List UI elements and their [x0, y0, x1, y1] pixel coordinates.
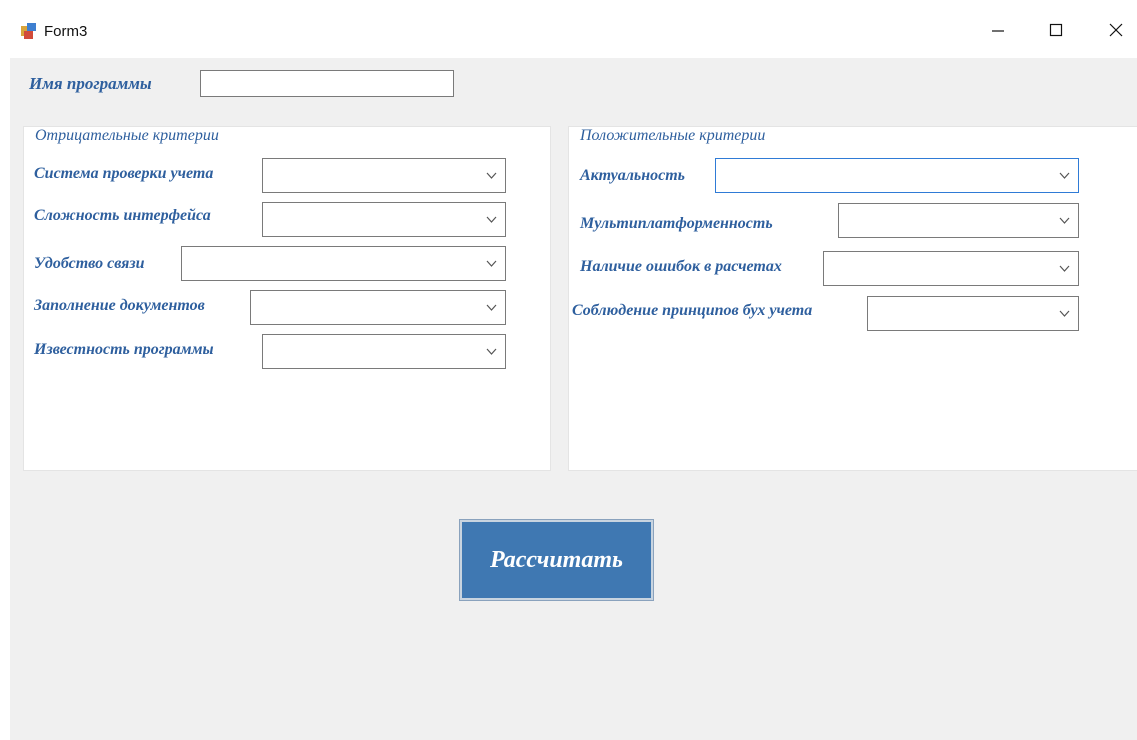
chevron-down-icon [486, 216, 497, 223]
negative-criteria-title: Отрицательные критерии [32, 127, 222, 145]
chevron-down-icon [1059, 310, 1070, 317]
minimize-icon [992, 30, 1004, 32]
combo-relevance[interactable] [715, 158, 1079, 193]
program-name-label: Имя программы [29, 74, 152, 93]
chevron-down-icon [1059, 172, 1070, 179]
chevron-down-icon [486, 304, 497, 311]
chevron-down-icon [486, 172, 497, 179]
combo-multiplatform[interactable] [838, 203, 1079, 238]
combo-interface-complexity[interactable] [262, 202, 506, 237]
field-label-accounting-principles: Соблюдение принципов бух учета [572, 302, 813, 319]
combo-document-filling[interactable] [250, 290, 506, 325]
field-label-communication: Удобство связи [34, 255, 145, 272]
close-icon [1109, 23, 1123, 37]
field-label-interface-complexity: Сложность интерфейса [34, 207, 211, 224]
calculate-button[interactable]: Рассчитать [459, 519, 654, 601]
negative-criteria-group: Отрицательные критерии Система проверки … [23, 126, 551, 471]
minimize-button[interactable] [978, 14, 1018, 48]
program-name-input[interactable] [200, 70, 454, 97]
maximize-button[interactable] [1036, 14, 1076, 48]
positive-criteria-group: Положительные критерии Актуальность Муль… [568, 126, 1137, 471]
chevron-down-icon [1059, 217, 1070, 224]
app-icon [21, 23, 36, 39]
field-label-calculation-errors: Наличие ошибок в расчетах [580, 258, 782, 275]
combo-communication[interactable] [181, 246, 506, 281]
combo-accounting-check[interactable] [262, 158, 506, 193]
maximize-icon [1049, 23, 1063, 37]
chevron-down-icon [1059, 265, 1070, 272]
chevron-down-icon [486, 348, 497, 355]
calculate-button-label: Рассчитать [490, 546, 623, 573]
window-title: Form3 [44, 23, 88, 40]
field-label-document-filling: Заполнение документов [34, 297, 205, 314]
form-client-area: Имя программы Отрицательные критерии Сис… [10, 58, 1137, 740]
field-label-accounting-check: Система проверки учета [34, 165, 214, 182]
combo-calculation-errors[interactable] [823, 251, 1079, 286]
combo-accounting-principles[interactable] [867, 296, 1079, 331]
positive-criteria-title: Положительные критерии [577, 127, 769, 145]
title-bar: Form3 [0, 0, 1137, 58]
field-label-multiplatform: Мультиплатформенность [580, 215, 773, 232]
close-button[interactable] [1096, 14, 1136, 48]
field-label-relevance: Актуальность [580, 167, 685, 184]
chevron-down-icon [486, 260, 497, 267]
field-label-program-popularity: Известность программы [34, 341, 214, 358]
combo-program-popularity[interactable] [262, 334, 506, 369]
